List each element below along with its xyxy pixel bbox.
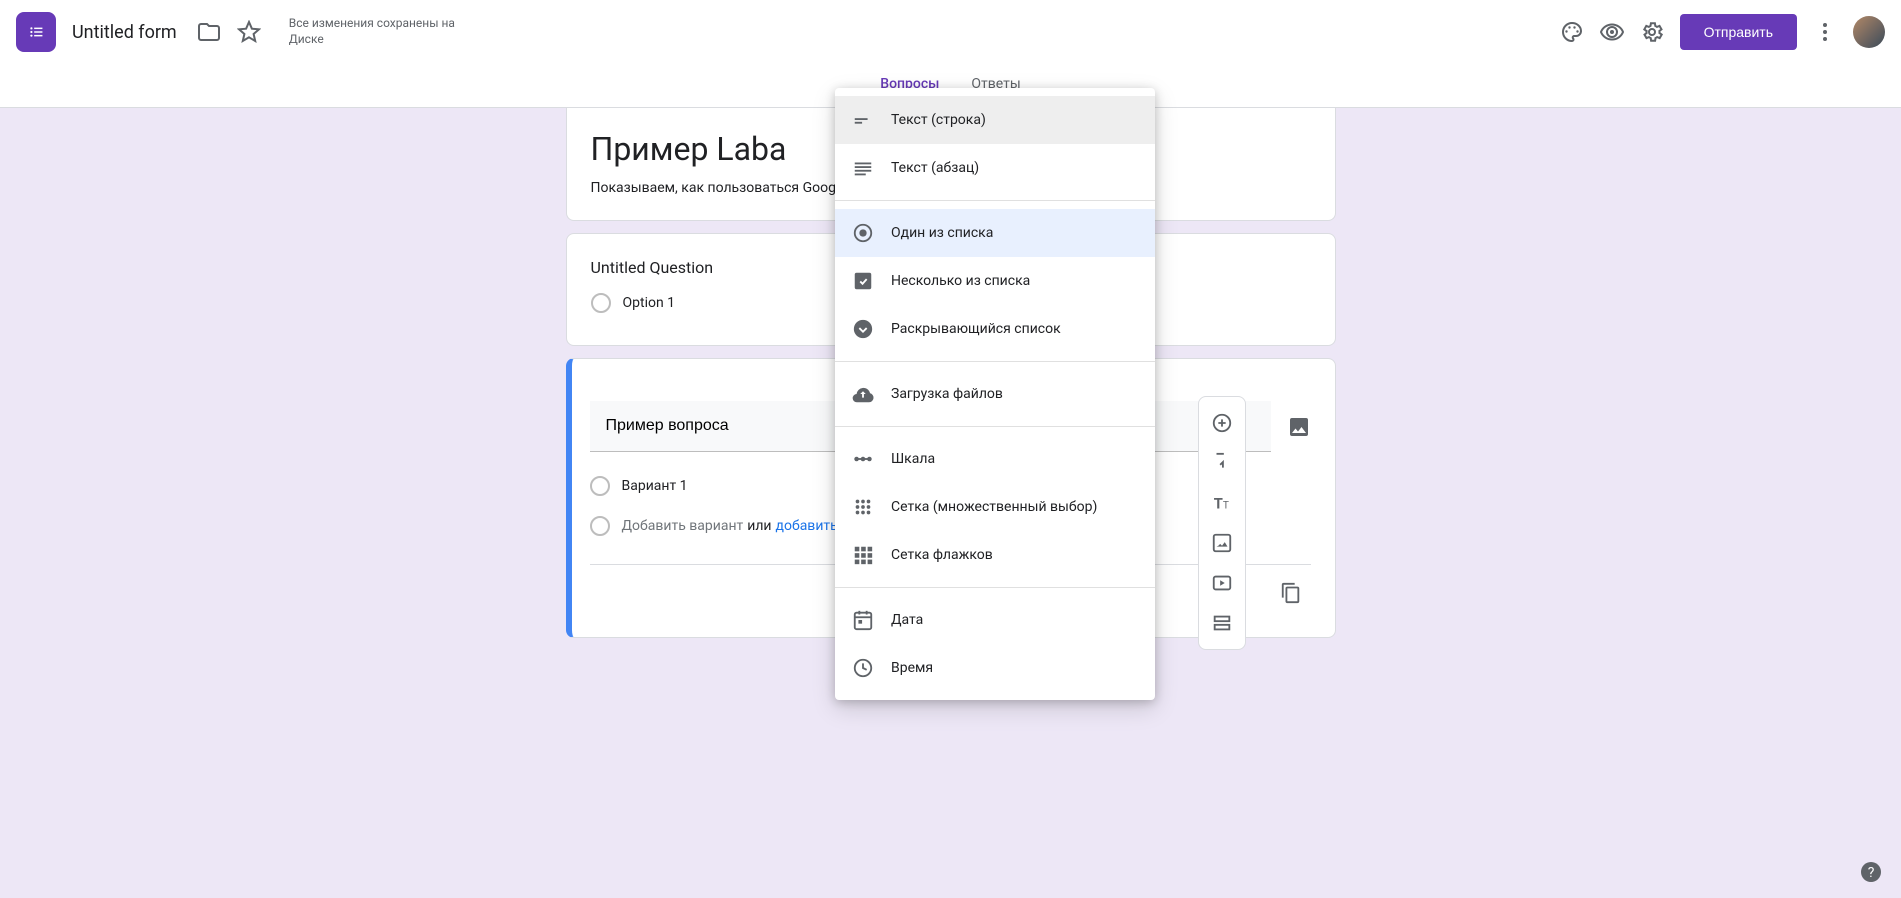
type-mc-grid[interactable]: Сетка (множественный выбор): [835, 483, 1155, 531]
add-video-icon[interactable]: [1204, 565, 1240, 601]
type-file-upload[interactable]: Загрузка файлов: [835, 370, 1155, 418]
type-multiple-choice[interactable]: Один из списка: [835, 209, 1155, 257]
type-label: Текст (абзац): [891, 160, 979, 176]
grid-radio-icon: [851, 495, 875, 519]
type-label: Сетка флажков: [891, 547, 993, 563]
settings-icon[interactable]: [1632, 12, 1672, 52]
radio-icon: [591, 293, 611, 313]
help-icon[interactable]: ?: [1859, 860, 1883, 884]
or-separator: или: [747, 518, 771, 534]
option-label: Option 1: [623, 295, 676, 311]
svg-text:T: T: [1214, 495, 1223, 513]
dropdown-separator: [835, 426, 1155, 427]
type-checkbox-grid[interactable]: Сетка флажков: [835, 531, 1155, 579]
add-question-icon[interactable]: [1204, 405, 1240, 441]
radio-icon: [590, 476, 610, 496]
preview-icon[interactable]: [1592, 12, 1632, 52]
folder-icon[interactable]: [189, 12, 229, 52]
account-avatar[interactable]: [1853, 16, 1885, 48]
side-toolbar: TT: [1198, 396, 1246, 650]
clock-icon: [851, 656, 875, 680]
type-paragraph[interactable]: Текст (абзац): [835, 144, 1155, 192]
star-icon[interactable]: [229, 12, 269, 52]
save-status: Все изменения сохранены на Диске: [289, 16, 459, 47]
svg-text:?: ?: [1868, 865, 1875, 881]
calendar-icon: [851, 608, 875, 632]
type-short-answer[interactable]: Текст (строка): [835, 96, 1155, 144]
type-label: Сетка (множественный выбор): [891, 499, 1097, 515]
type-date[interactable]: Дата: [835, 596, 1155, 644]
add-image-icon[interactable]: [1287, 415, 1311, 439]
type-checkboxes[interactable]: Несколько из списка: [835, 257, 1155, 305]
forms-logo[interactable]: [16, 12, 56, 52]
short-text-icon: [851, 108, 875, 132]
type-time[interactable]: Время: [835, 644, 1155, 692]
add-image-icon[interactable]: [1204, 525, 1240, 561]
paragraph-icon: [851, 156, 875, 180]
grid-checkbox-icon: [851, 543, 875, 567]
type-label: Раскрывающийся список: [891, 321, 1061, 337]
type-label: Текст (строка): [891, 112, 986, 128]
add-title-icon[interactable]: TT: [1204, 485, 1240, 521]
add-option-button[interactable]: Добавить вариант: [622, 518, 744, 534]
more-icon[interactable]: [1805, 12, 1845, 52]
type-label: Один из списка: [891, 225, 993, 241]
dropdown-separator: [835, 587, 1155, 588]
svg-text:T: T: [1223, 501, 1229, 512]
type-label: Загрузка файлов: [891, 386, 1003, 402]
palette-icon[interactable]: [1552, 12, 1592, 52]
dropdown-icon: [851, 317, 875, 341]
send-button[interactable]: Отправить: [1680, 14, 1797, 50]
radio-button-icon: [851, 221, 875, 245]
radio-icon: [590, 516, 610, 536]
cloud-upload-icon: [851, 382, 875, 406]
app-header: Untitled form Все изменения сохранены на…: [0, 0, 1901, 64]
add-section-icon[interactable]: [1204, 605, 1240, 641]
option-label[interactable]: Вариант 1: [622, 478, 688, 494]
type-label: Шкала: [891, 451, 935, 467]
import-questions-icon[interactable]: [1204, 445, 1240, 481]
document-title[interactable]: Untitled form: [72, 22, 177, 43]
type-dropdown[interactable]: Раскрывающийся список: [835, 305, 1155, 353]
duplicate-icon[interactable]: [1271, 573, 1311, 613]
type-label: Несколько из списка: [891, 273, 1030, 289]
question-type-dropdown: Текст (строка) Текст (абзац) Один из спи…: [835, 88, 1155, 700]
dropdown-separator: [835, 200, 1155, 201]
checkbox-icon: [851, 269, 875, 293]
type-linear-scale[interactable]: Шкала: [835, 435, 1155, 483]
form-canvas: Пример Laba Показываем, как пользоваться…: [0, 108, 1901, 898]
type-label: Дата: [891, 612, 923, 628]
dropdown-separator: [835, 361, 1155, 362]
linear-scale-icon: [851, 447, 875, 471]
type-label: Время: [891, 660, 933, 676]
